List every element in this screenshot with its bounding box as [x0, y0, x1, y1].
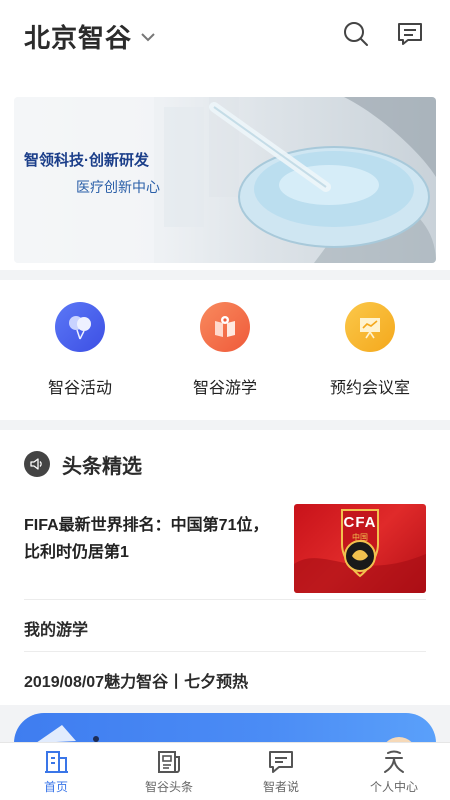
person-icon: [384, 750, 404, 773]
section-header: 头条精选: [24, 450, 142, 478]
tab-label: 智者说: [262, 780, 299, 794]
article-title: FIFA最新世界排名：中国第71位，比利时仍居第1: [24, 517, 269, 561]
city-name: 北京智谷: [24, 22, 133, 53]
tab-wise-talk[interactable]: 智者说: [236, 749, 326, 795]
news-item-qixi[interactable]: 2019/08/07魅力智谷丨七夕预热: [24, 668, 426, 692]
news-item-my-study-tour[interactable]: 我的游学: [24, 616, 426, 640]
quick-action-book-meeting-room[interactable]: 预约会议室: [310, 302, 430, 398]
city-selector[interactable]: 北京智谷: [24, 18, 156, 54]
newspaper-icon: [158, 751, 180, 773]
home-building-icon: [45, 751, 68, 773]
quick-action-study-tour[interactable]: 智谷游学: [165, 302, 285, 398]
chevron-down-icon: [141, 33, 155, 42]
banner-subtitle: 医疗创新中心: [76, 179, 160, 195]
featured-article[interactable]: FIFA最新世界排名：中国第71位，比利时仍居第1 CFA 中国: [24, 504, 426, 600]
quick-actions: 智谷活动 智谷游学 预约会议室: [0, 280, 450, 420]
quick-action-label: 智谷游学: [192, 380, 257, 397]
headline-section: 头条精选 FIFA最新世界排名：中国第71位，比利时仍居第1 CFA 中国 我的…: [0, 430, 450, 705]
banner-carousel[interactable]: 智领科技·创新研发 医疗创新中心: [14, 97, 436, 263]
tab-home[interactable]: 首页: [11, 749, 101, 795]
tab-headlines[interactable]: 智谷头条: [124, 749, 214, 795]
message-icon[interactable]: [396, 20, 424, 48]
article-thumbnail: CFA 中国: [294, 504, 426, 593]
quick-action-label: 预约会议室: [329, 380, 410, 397]
bottom-tab-bar: 首页 智谷头条 智者说 个人中心: [0, 742, 450, 800]
section-title: 头条精选: [62, 455, 142, 478]
speaker-icon: [24, 451, 50, 477]
divider: [24, 599, 426, 600]
banner-title: 智领科技·创新研发: [24, 152, 149, 169]
presentation-board-icon: [345, 302, 395, 352]
chat-bubble-icon: [269, 751, 293, 773]
divider: [24, 651, 426, 652]
search-icon[interactable]: [342, 20, 370, 48]
tab-profile[interactable]: 个人中心: [349, 749, 439, 795]
tab-label: 智谷头条: [144, 780, 193, 794]
balloon-icon: [55, 302, 105, 352]
tab-label: 首页: [43, 780, 68, 794]
map-book-icon: [200, 302, 250, 352]
tab-label: 个人中心: [369, 780, 418, 794]
banner-section: 智领科技·创新研发 医疗创新中心: [0, 90, 450, 270]
quick-action-activities[interactable]: 智谷活动: [20, 302, 140, 398]
quick-action-label: 智谷活动: [47, 380, 112, 397]
cfa-logo-subtext: 中国: [352, 533, 368, 542]
cfa-logo-text: CFA: [343, 514, 377, 531]
top-header: 北京智谷: [0, 0, 450, 90]
